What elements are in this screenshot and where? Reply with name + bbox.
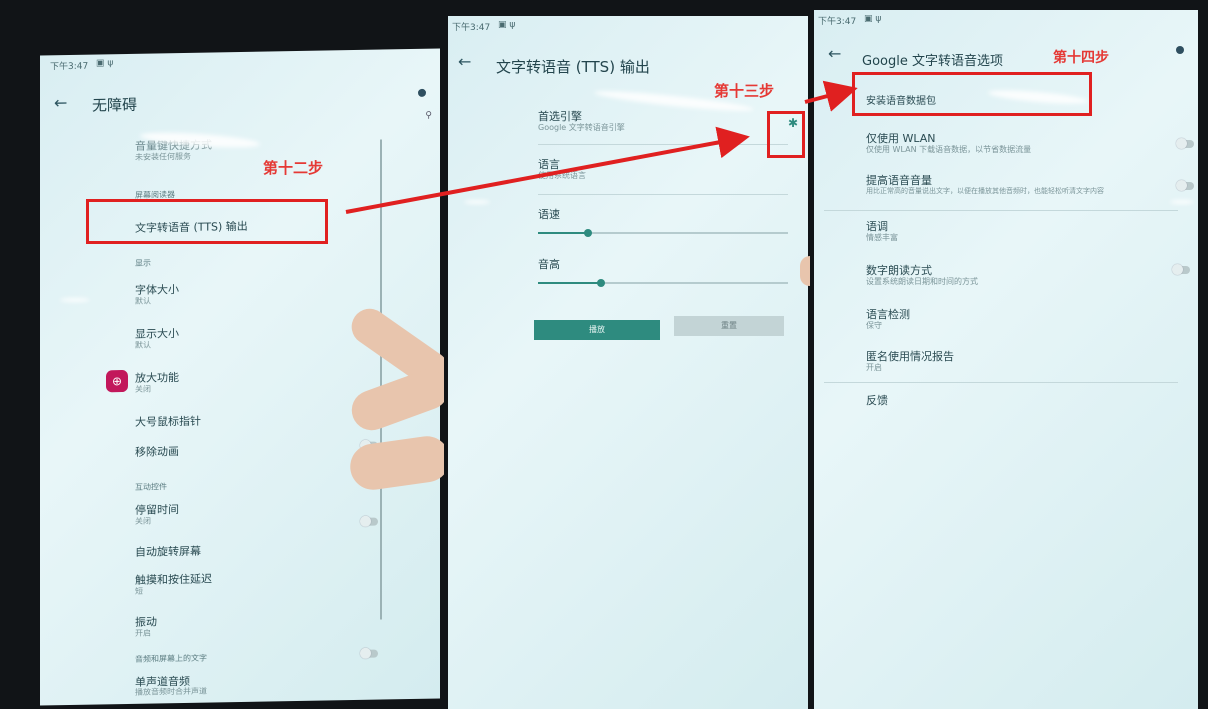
screen-glare: [464, 200, 490, 204]
camera-dot: [1176, 46, 1184, 54]
hand-finger: [800, 256, 810, 286]
page-title: Google 文字转语音选项: [862, 54, 1003, 69]
notification-icon: ▣ ψ: [498, 20, 516, 30]
pitch-slider[interactable]: [538, 279, 788, 287]
toggle-switch[interactable]: [362, 517, 378, 526]
wlan-only-item[interactable]: 仅使用 WLAN 仅使用 WLAN 下载语音数据，以节省数据流量: [814, 130, 1198, 160]
page-title: 文字转语音 (TTS) 输出: [496, 58, 650, 76]
play-button[interactable]: 播放: [534, 320, 660, 340]
status-bar: 下午3:47 ▣ ψ: [448, 16, 808, 36]
intonation-item[interactable]: 语调 情感丰富: [814, 218, 1198, 248]
toggle-switch[interactable]: [362, 649, 378, 658]
speech-rate-item: 语速: [538, 208, 560, 221]
reset-button[interactable]: 重置: [674, 316, 784, 336]
search-icon[interactable]: ⚲: [425, 111, 432, 121]
status-time: 下午3:47: [452, 23, 491, 33]
toggle-switch[interactable]: [1176, 138, 1194, 149]
screen-glare: [1170, 200, 1194, 204]
pitch-item: 音高: [538, 258, 560, 271]
slider-fill: [538, 282, 601, 284]
speech-rate-slider[interactable]: [538, 229, 788, 237]
boost-volume-item[interactable]: 提高语音音量 用比正常高的音量说出文字，以便在播放其他音频时，也能轻松听清文字内…: [814, 172, 1198, 202]
toggle-switch[interactable]: [1176, 180, 1194, 191]
section-header: 音频和屏幕上的文字: [135, 653, 207, 664]
page-title: 无障碍: [92, 95, 138, 115]
tts-screen: 下午3:47 ▣ ψ ← 文字转语音 (TTS) 输出 首选引擎 Google …: [448, 16, 808, 709]
feedback-item[interactable]: 反馈: [814, 392, 1198, 412]
preferred-engine-item[interactable]: 首选引擎 Google 文字转语音引擎 ✱: [448, 108, 808, 138]
divider: [538, 194, 788, 195]
tutorial-collage: 下午3:47 ▣ ψ ← 无障碍 ⚲ 音量键快捷方式 未安装任何服务 屏幕阅读器…: [0, 0, 1208, 709]
status-time: 下午3:47: [50, 61, 89, 73]
panel-google-tts-photo: 下午3:47 ▣ ψ ← Google 文字转语音选项 安装语音数据包 仅使用 …: [810, 0, 1208, 709]
slider-knob[interactable]: [596, 279, 605, 287]
toggle-switch[interactable]: [1172, 264, 1190, 275]
list-item[interactable]: 单声道音频 播放音频时合并声道: [40, 669, 440, 706]
camera-dot: [418, 88, 426, 97]
section-header: 互动控件: [135, 482, 167, 492]
language-item[interactable]: 语言 使用系统语言: [448, 156, 808, 186]
step-13-highlight-box: [767, 111, 805, 158]
step-12-label: 第十二步: [263, 159, 324, 177]
magnify-icon: ⊕: [106, 369, 128, 393]
step-13-label: 第十三步: [714, 82, 775, 100]
divider: [538, 144, 788, 145]
back-arrow-icon[interactable]: ←: [54, 93, 67, 112]
slider-knob[interactable]: [584, 229, 592, 237]
screen-glare: [60, 298, 90, 302]
language-detection-item[interactable]: 语言检测 保守: [814, 306, 1198, 336]
usage-report-item[interactable]: 匿名使用情况报告 开启: [814, 348, 1198, 378]
section-header: 显示: [135, 258, 151, 268]
step-12-highlight-box: [86, 199, 328, 244]
step-14-label: 第十四步: [1053, 50, 1109, 66]
status-bar: 下午3:47 ▣ ψ: [40, 49, 440, 76]
divider: [824, 210, 1178, 211]
panel-accessibility-photo: 下午3:47 ▣ ψ ← 无障碍 ⚲ 音量键快捷方式 未安装任何服务 屏幕阅读器…: [0, 0, 444, 709]
status-time: 下午3:47: [818, 17, 857, 27]
divider: [824, 382, 1178, 383]
status-bar: 下午3:47 ▣ ψ: [814, 10, 1198, 30]
panel-tts-photo: 下午3:47 ▣ ψ ← 文字转语音 (TTS) 输出 首选引擎 Google …: [444, 0, 810, 709]
notification-icon: ▣ ψ: [864, 14, 882, 24]
back-arrow-icon[interactable]: ←: [828, 44, 841, 63]
notification-icon: ▣ ψ: [96, 58, 114, 69]
number-reading-item[interactable]: 数字朗读方式 设置系统朗读日期和时间的方式: [814, 262, 1198, 292]
step-14-highlight-box: [852, 72, 1092, 116]
slider-fill: [538, 232, 588, 234]
scrollbar[interactable]: [380, 139, 382, 620]
back-arrow-icon[interactable]: ←: [458, 52, 471, 71]
